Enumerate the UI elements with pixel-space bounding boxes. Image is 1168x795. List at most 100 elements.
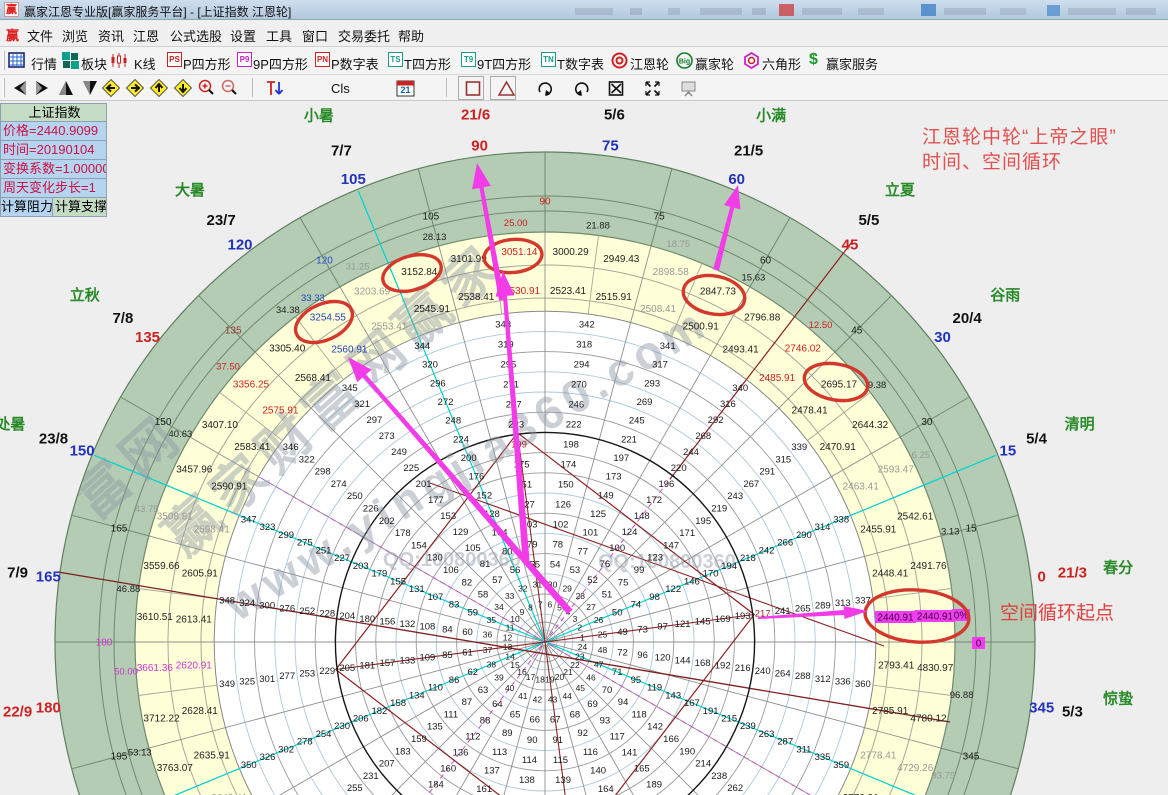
svg-text:18.75: 18.75 [666, 239, 690, 250]
svg-text:150: 150 [155, 417, 172, 428]
svg-text:243: 243 [727, 491, 743, 502]
svg-text:197: 197 [613, 453, 629, 464]
svg-text:50.00: 50.00 [114, 667, 138, 678]
svg-text:3152.84: 3152.84 [401, 267, 438, 278]
svg-text:155: 155 [390, 576, 406, 587]
svg-text:198: 198 [563, 440, 579, 451]
svg-text:3508.81: 3508.81 [157, 512, 194, 523]
svg-text:2575.91: 2575.91 [262, 405, 299, 416]
svg-text:5/4: 5/4 [1026, 430, 1048, 447]
svg-text:253: 253 [299, 669, 315, 680]
svg-text:25.00: 25.00 [504, 218, 528, 229]
svg-text:349: 349 [219, 679, 235, 690]
svg-text:164: 164 [598, 784, 614, 795]
svg-text:99: 99 [634, 565, 645, 576]
svg-text:129: 129 [453, 527, 469, 538]
svg-text:60: 60 [462, 627, 473, 638]
svg-text:176: 176 [468, 472, 484, 483]
svg-text:2628.41: 2628.41 [182, 706, 219, 717]
svg-text:23/8: 23/8 [39, 430, 68, 447]
svg-text:135: 135 [427, 722, 443, 733]
svg-text:311: 311 [796, 744, 811, 755]
svg-text:101: 101 [582, 528, 598, 539]
svg-text:274: 274 [331, 479, 347, 490]
svg-text:2440.91: 2440.91 [917, 612, 954, 623]
svg-text:180: 180 [36, 699, 61, 716]
svg-text:2542.61: 2542.61 [897, 512, 934, 523]
svg-text:2: 2 [578, 623, 583, 633]
svg-text:120: 120 [655, 653, 671, 664]
svg-text:125: 125 [590, 509, 606, 520]
svg-text:12: 12 [503, 632, 513, 642]
svg-text:252: 252 [299, 606, 315, 617]
svg-text:9.38: 9.38 [868, 380, 887, 391]
svg-text:3.13: 3.13 [941, 527, 960, 538]
svg-text:84: 84 [442, 624, 453, 635]
svg-text:132: 132 [399, 619, 415, 630]
svg-text:90: 90 [527, 735, 538, 746]
svg-text:83: 83 [449, 600, 460, 611]
svg-text:159: 159 [411, 734, 427, 745]
svg-text:326: 326 [260, 752, 276, 763]
svg-text:154: 154 [411, 540, 427, 551]
svg-text:318: 318 [576, 339, 592, 350]
svg-text:2796.88: 2796.88 [744, 312, 781, 323]
svg-text:346: 346 [283, 442, 299, 453]
svg-text:248: 248 [445, 416, 461, 427]
svg-text:225: 225 [403, 463, 419, 474]
svg-text:74: 74 [631, 600, 642, 611]
svg-text:2613.41: 2613.41 [176, 614, 213, 625]
svg-text:165: 165 [634, 763, 650, 774]
svg-text:207: 207 [379, 759, 395, 770]
svg-text:25: 25 [598, 630, 608, 640]
svg-text:75: 75 [654, 211, 666, 222]
svg-text:106: 106 [443, 565, 459, 576]
svg-text:91: 91 [553, 735, 564, 746]
svg-text:170: 170 [703, 569, 719, 580]
svg-text:314: 314 [815, 522, 831, 533]
svg-text:96: 96 [637, 650, 648, 661]
svg-text:29: 29 [562, 584, 572, 594]
svg-text:26: 26 [594, 615, 604, 625]
svg-text:165: 165 [36, 569, 61, 586]
svg-text:54: 54 [550, 560, 561, 571]
svg-text:81: 81 [480, 559, 491, 570]
svg-text:75: 75 [618, 577, 629, 588]
svg-text:339: 339 [791, 442, 807, 453]
svg-text:3: 3 [573, 614, 578, 624]
svg-text:谷雨: 谷雨 [990, 287, 1020, 304]
svg-text:60: 60 [728, 171, 745, 188]
svg-text:2593.47: 2593.47 [878, 465, 915, 476]
svg-text:220: 220 [671, 463, 687, 474]
svg-text:301: 301 [259, 674, 275, 685]
svg-text:270: 270 [571, 379, 587, 390]
svg-text:182: 182 [371, 706, 387, 717]
svg-text:345: 345 [342, 383, 358, 394]
svg-text:231: 231 [363, 771, 379, 782]
svg-text:58: 58 [478, 590, 489, 601]
svg-text:108: 108 [419, 622, 435, 633]
svg-text:2463.41: 2463.41 [843, 482, 880, 493]
svg-text:5/5: 5/5 [858, 212, 879, 229]
svg-text:27: 27 [586, 602, 596, 612]
svg-text:157: 157 [379, 658, 395, 669]
svg-text:184: 184 [428, 779, 444, 790]
svg-text:69: 69 [587, 699, 598, 710]
svg-text:90: 90 [539, 196, 551, 207]
svg-text:115: 115 [553, 755, 568, 766]
svg-text:138: 138 [519, 775, 535, 786]
svg-text:124: 124 [622, 527, 638, 538]
svg-text:3254.55: 3254.55 [310, 312, 347, 323]
svg-text:30: 30 [921, 417, 933, 428]
svg-text:336: 336 [835, 676, 851, 687]
svg-text:294: 294 [574, 359, 590, 370]
svg-text:345: 345 [1029, 699, 1054, 716]
svg-text:152: 152 [476, 490, 492, 501]
svg-text:102: 102 [553, 520, 569, 531]
svg-text:4729.26: 4729.26 [897, 763, 934, 774]
svg-text:298: 298 [315, 467, 331, 478]
svg-text:33: 33 [505, 591, 515, 601]
svg-text:清明: 清明 [1065, 415, 1095, 433]
svg-text:201: 201 [416, 479, 432, 490]
svg-text:130: 130 [427, 553, 443, 564]
